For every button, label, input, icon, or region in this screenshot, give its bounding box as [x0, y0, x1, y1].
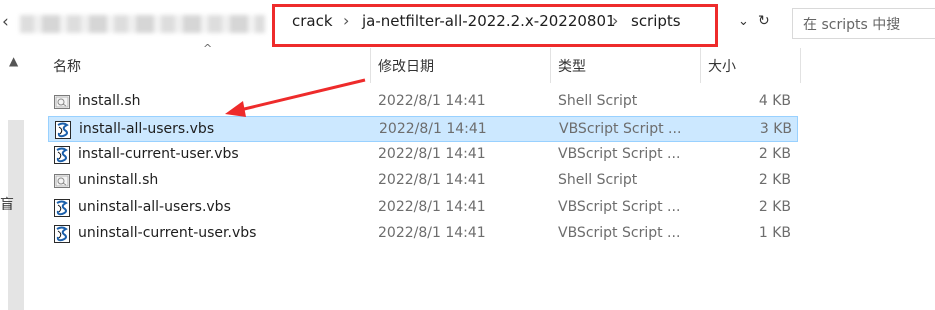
file-row[interactable]: uninstall-all-users.vbs 2022/8/1 14:41 VBS… — [48, 195, 798, 221]
column-header-modified[interactable]: 修改日期 — [378, 56, 434, 76]
file-type: VBScript Script ... — [559, 121, 682, 137]
column-divider[interactable] — [550, 48, 551, 83]
file-name: uninstall-current-user.vbs — [78, 225, 257, 241]
file-name: install.sh — [78, 93, 141, 109]
column-divider[interactable] — [700, 48, 701, 83]
file-type: VBScript Script ... — [558, 225, 681, 241]
file-size: 4 KB — [758, 93, 791, 109]
search-input[interactable]: 在 scripts 中搜 — [792, 8, 935, 39]
file-modified-date: 2022/8/1 14:41 — [378, 199, 486, 215]
blurred-path-segment — [20, 15, 265, 33]
file-type: VBScript Script ... — [558, 199, 681, 215]
column-divider[interactable] — [370, 48, 371, 83]
annotation-highlight-box — [272, 4, 718, 47]
file-type: VBScript Script ... — [558, 146, 681, 162]
vbs-file-icon — [54, 146, 70, 164]
file-name: install-all-users.vbs — [79, 121, 215, 137]
column-header-name[interactable]: 名称 — [53, 56, 81, 76]
file-modified-date: 2022/8/1 14:41 — [378, 225, 486, 241]
file-size: 1 KB — [758, 225, 791, 241]
address-bar: ‹ crack › ja-netfilter-all-2022.2.x-2022… — [0, 0, 935, 48]
file-row[interactable]: install-current-user.vbs 2022/8/1 14:41 VB… — [48, 142, 798, 168]
file-name: uninstall-all-users.vbs — [78, 199, 231, 215]
vbs-file-icon — [55, 121, 71, 139]
sh-file-icon — [54, 172, 70, 190]
file-modified-date: 2022/8/1 14:41 — [378, 146, 486, 162]
refresh-icon[interactable]: ↻ — [758, 13, 770, 29]
vertical-scrollbar[interactable]: ▲ — [0, 48, 30, 310]
file-size: 2 KB — [758, 199, 791, 215]
file-row[interactable]: install-all-users.vbs 2022/8/1 14:41 VBScr… — [48, 116, 798, 142]
file-modified-date: 2022/8/1 14:41 — [378, 93, 486, 109]
sort-ascending-icon: ^ — [203, 42, 213, 55]
sh-file-icon — [54, 93, 70, 111]
scroll-up-icon[interactable]: ▲ — [9, 54, 18, 68]
sidebar-partial-text: 盲 — [0, 197, 14, 213]
file-size: 3 KB — [759, 121, 792, 137]
file-modified-date: 2022/8/1 14:41 — [378, 172, 486, 188]
file-size: 2 KB — [758, 146, 791, 162]
scrollbar-thumb[interactable] — [8, 120, 24, 310]
file-row[interactable]: install.sh 2022/8/1 14:41 Shell Script 4 KB — [48, 89, 798, 115]
file-row[interactable]: uninstall-current-user.vbs 2022/8/1 14:41… — [48, 221, 798, 247]
column-header-type[interactable]: 类型 — [558, 56, 586, 76]
file-modified-date: 2022/8/1 14:41 — [379, 121, 487, 137]
file-name: uninstall.sh — [78, 172, 159, 188]
chevron-left-icon[interactable]: ‹ — [2, 12, 9, 32]
file-row[interactable]: uninstall.sh 2022/8/1 14:41 Shell Script 2 … — [48, 168, 798, 194]
chevron-down-icon[interactable]: ⌄ — [738, 14, 749, 29]
vbs-file-icon — [54, 225, 70, 243]
vbs-file-icon — [54, 199, 70, 217]
file-name: install-current-user.vbs — [78, 146, 239, 162]
column-divider[interactable] — [800, 48, 801, 83]
file-type: Shell Script — [558, 93, 638, 109]
column-header-size[interactable]: 大小 — [708, 56, 736, 76]
file-size: 2 KB — [758, 172, 791, 188]
file-type: Shell Script — [558, 172, 638, 188]
